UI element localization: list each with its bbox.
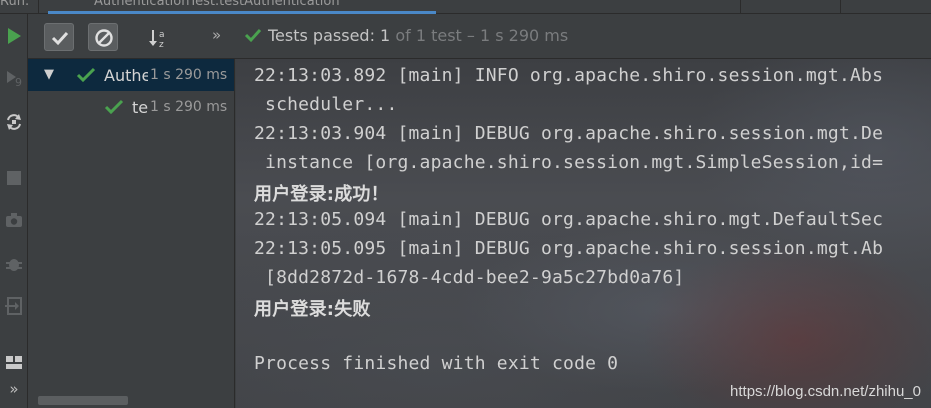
run-toolbar: az » Tests passed: 1 of 1 test – 1 s 290…: [28, 14, 931, 59]
passed-icon: [104, 98, 124, 120]
toolbar-more-icon[interactable]: »: [212, 26, 221, 44]
tree-item-name: te: [132, 98, 149, 117]
console-line: 用户登录:失败: [254, 299, 371, 320]
console-line: 22:13:03.892 [main] INFO org.apache.shir…: [254, 65, 884, 86]
console-line: [8dd2872d-1678-4cdd-bee2-9a5c27bd0a76]: [254, 267, 685, 288]
expand-arrow-icon[interactable]: ▼: [44, 67, 54, 82]
stop-icon[interactable]: [4, 168, 24, 188]
tab-separator: [740, 0, 741, 14]
show-ignored-button[interactable]: [88, 23, 118, 51]
tab-active-label: AuthenticationTest.testAuthentication: [94, 0, 340, 9]
ignored-icon: [95, 29, 113, 47]
tab-separator: [840, 0, 841, 14]
console-line: Process finished with exit code 0: [254, 353, 619, 374]
layout-icon[interactable]: [4, 352, 24, 372]
left-toolbar: 9 »: [0, 14, 28, 408]
rerun-icon[interactable]: [4, 26, 24, 46]
tree-row-test[interactable]: te 1 s 290 ms: [28, 91, 234, 123]
console-line: 22:13:05.095 [main] DEBUG org.apache.shi…: [254, 238, 884, 259]
show-passed-button[interactable]: [44, 23, 74, 51]
test-status: Tests passed: 1 of 1 test – 1 s 290 ms: [268, 26, 568, 45]
status-count: 1: [380, 26, 391, 45]
tree-row-suite[interactable]: ▼ Authe 1 s 290 ms: [28, 59, 234, 91]
run-tab-label[interactable]: Run:: [0, 0, 29, 9]
more-icon[interactable]: »: [4, 380, 24, 400]
console-line: 22:13:03.904 [main] DEBUG org.apache.shi…: [254, 123, 884, 144]
tab-strip: Run: AuthenticationTest.testAuthenticati…: [0, 0, 931, 14]
svg-text:9: 9: [15, 76, 22, 88]
checkmark-icon: [51, 31, 69, 46]
console-line: 用户登录:成功！: [254, 184, 389, 205]
console-line: instance [org.apache.shiro.session.mgt.S…: [254, 152, 884, 173]
sort-az-icon: az: [149, 30, 165, 49]
status-detail: of 1 test – 1 s 290 ms: [390, 26, 569, 45]
tab-active[interactable]: AuthenticationTest.testAuthentication: [48, 0, 436, 14]
tree-horizontal-scrollbar[interactable]: [38, 396, 128, 405]
svg-text:z: z: [159, 40, 164, 49]
console-line: scheduler...: [254, 94, 398, 115]
console-line: 22:13:05.094 [main] DEBUG org.apache.shi…: [254, 209, 884, 230]
tests-passed-icon: [244, 26, 262, 48]
debug-icon[interactable]: [4, 254, 24, 274]
rerun-failed-icon[interactable]: 9: [4, 68, 24, 89]
test-tree: ▼ Authe 1 s 290 ms te 1 s 290 ms: [28, 59, 235, 408]
console-output[interactable]: 22:13:03.892 [main] INFO org.apache.shir…: [236, 59, 931, 408]
watermark: https://blog.csdn.net/zhihu_0: [730, 383, 921, 400]
passed-icon: [76, 66, 96, 88]
status-prefix: Tests passed:: [268, 26, 381, 45]
tab-separator: [38, 0, 39, 14]
tree-item-duration: 1 s 290 ms: [150, 99, 228, 115]
exit-icon[interactable]: [4, 296, 24, 316]
toggle-autotest-icon[interactable]: [4, 112, 24, 132]
tree-item-name: Authe: [104, 66, 148, 85]
tree-item-duration: 1 s 290 ms: [150, 67, 228, 83]
sort-alphabetically-button[interactable]: az: [142, 23, 172, 51]
camera-icon[interactable]: [4, 210, 24, 230]
svg-text:a: a: [159, 30, 165, 40]
